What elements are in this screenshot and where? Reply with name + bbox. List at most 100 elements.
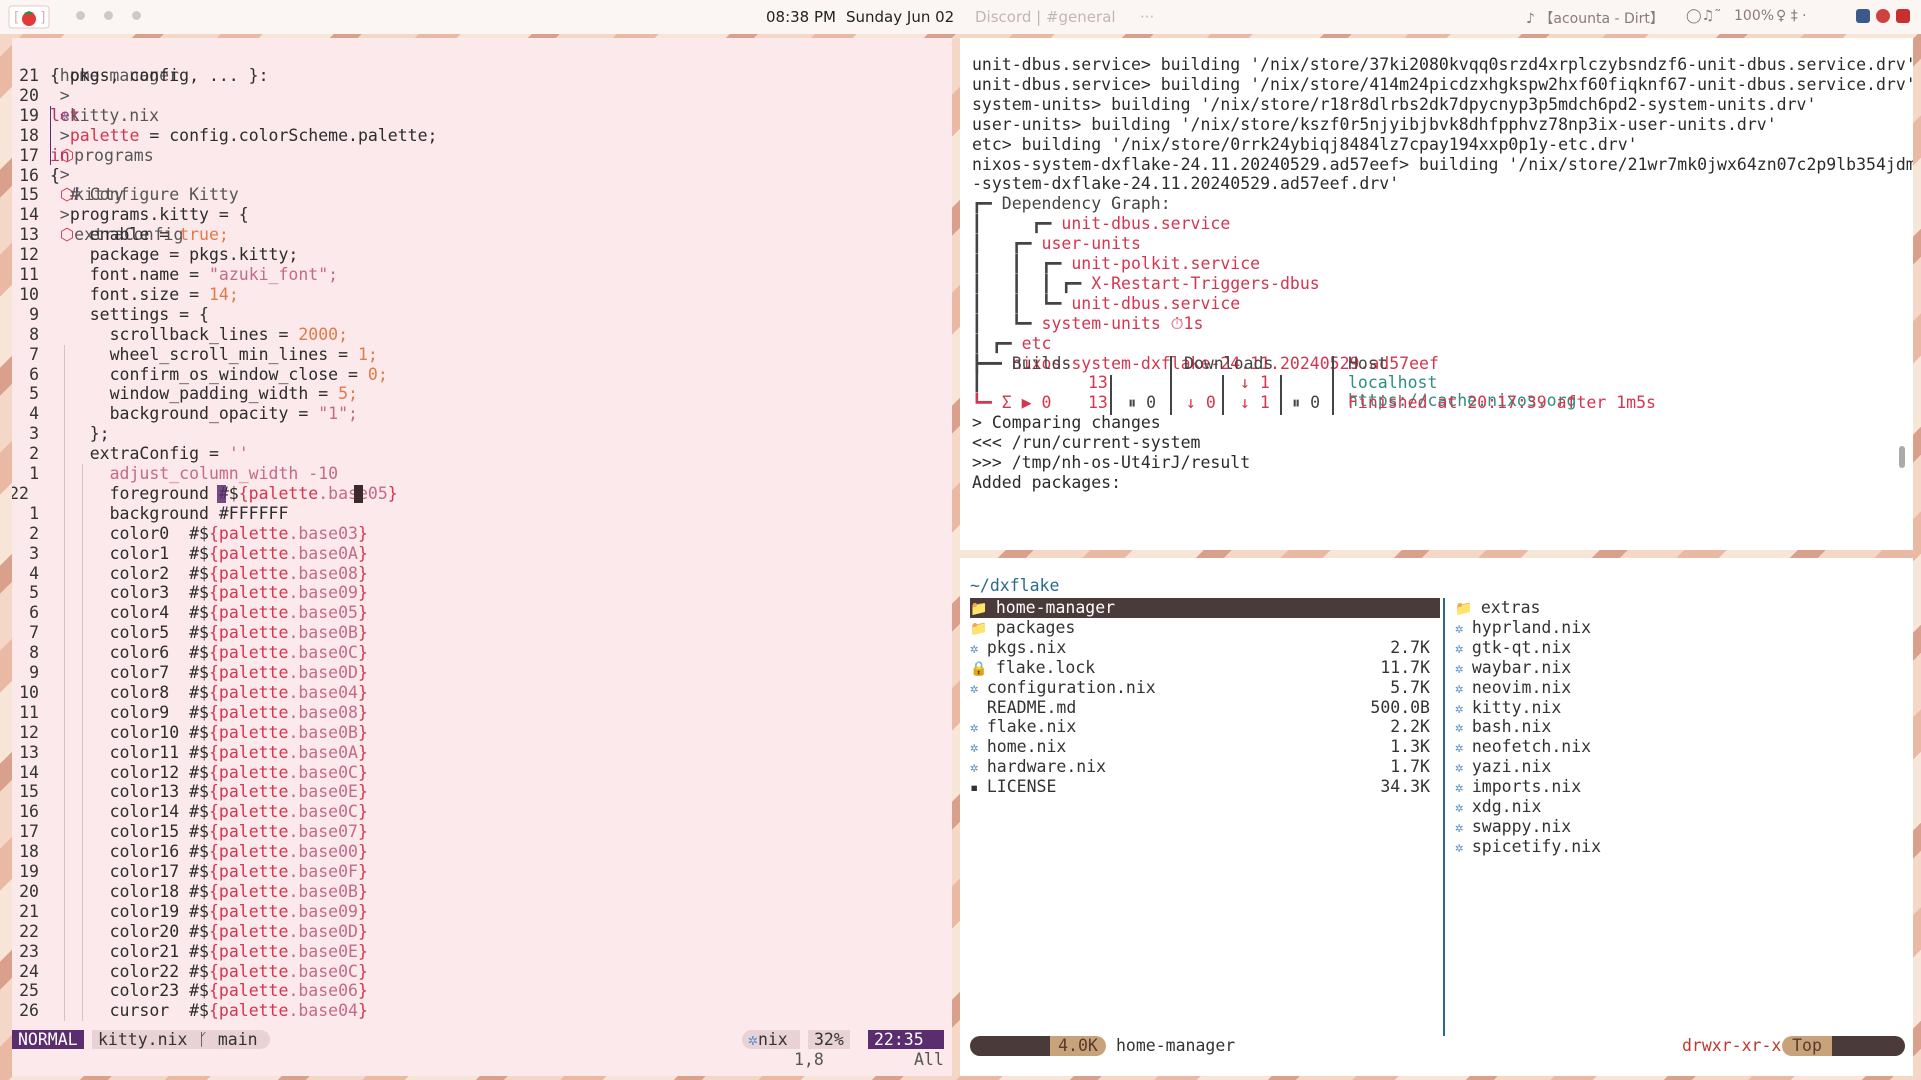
preview-row[interactable]: ✲ yazi.nix — [1455, 757, 1885, 779]
code-text: scrollback_lines = 2000; — [50, 324, 349, 344]
nix-icon: ✲ — [970, 640, 987, 657]
file-row[interactable]: ✲ hardware.nix 1.7K — [970, 757, 1430, 779]
terminal-line: nixos-system-dxflake-24.11.20240529.ad57… — [972, 154, 1913, 174]
host-header: Host — [1348, 353, 1388, 373]
preview-row[interactable]: ✲ spicetify.nix — [1455, 837, 1885, 859]
workspace-indicator[interactable]: [ ] — [8, 5, 50, 29]
line-number: 18 — [19, 125, 39, 145]
code-text: color20 #${palette.base0D} — [50, 921, 368, 941]
volume-level[interactable]: 100% — [1734, 8, 1774, 24]
preview-row[interactable]: ✲ gtk-qt.nix — [1455, 638, 1885, 660]
preview-list[interactable]: 📁 extras ✲ hyprland.nix ✲ gtk-qt.nix ✲ wayb… — [1455, 598, 1895, 1018]
nix-icon: ✲ — [1455, 839, 1472, 856]
code-text: palette = config.colorScheme.palette; — [69, 125, 438, 145]
preview-row[interactable]: ✲ neofetch.nix — [1455, 737, 1885, 759]
preview-row[interactable]: ✲ bash.nix — [1455, 717, 1885, 739]
file-row[interactable]: ✲ configuration.nix 5.7K — [970, 678, 1430, 700]
terminal-line: >>> /tmp/nh-os-Ut4irJ/result — [972, 453, 1251, 472]
indent-guide — [50, 105, 51, 166]
nix-icon: ✲ — [1455, 620, 1472, 637]
line-number: 12 — [19, 245, 39, 265]
code-text: extraConfig = '' — [50, 444, 249, 464]
line-number: 19 — [19, 105, 39, 125]
code-text: }; — [50, 424, 110, 444]
graph-title: ┏━ Dependency Graph: — [972, 194, 1171, 214]
terminal-window[interactable]: unit-dbus.service> building '/nix/store/… — [960, 38, 1913, 550]
file-size: 5.7K — [1390, 677, 1430, 697]
file-row[interactable]: ✲ home.nix 1.3K — [970, 737, 1430, 759]
code-text: color10 #${palette.base0B} — [50, 722, 368, 742]
line-number: 16 — [19, 165, 39, 185]
monitor-icon[interactable] — [1856, 9, 1870, 23]
file-list[interactable]: 📁 home-manager 📁 packages ✲ pkgs.nix 2.7K 🔒 … — [970, 598, 1440, 1018]
graph-label: etc — [1021, 333, 1052, 353]
line-number: 16 — [19, 802, 39, 822]
code-text: font.name = "azuki_font"; — [50, 265, 339, 284]
code-text: color23 #${palette.base06} — [50, 981, 368, 1001]
code-text: color12 #${palette.base0C} — [50, 762, 368, 782]
file-name: extras — [1480, 598, 1541, 617]
file-row[interactable]: README.md 500.0B — [970, 698, 1430, 720]
line-number: 21 — [19, 901, 39, 921]
file-row[interactable]: 📁 home-manager — [970, 598, 1430, 620]
file-name: hardware.nix — [986, 757, 1107, 777]
line-number: 6 — [29, 603, 39, 623]
preview-row[interactable]: ✲ waybar.nix — [1455, 658, 1885, 680]
file-name: bash.nix — [1471, 717, 1552, 737]
preview-row[interactable]: ✲ neovim.nix — [1455, 678, 1885, 700]
download-count: ↓ 1 — [1240, 393, 1270, 413]
code-text: color8 #${palette.base04} — [50, 682, 368, 702]
graph-branch: ┃ ┏━ — [972, 333, 1022, 353]
paused-count: ⏸ 0 — [1128, 393, 1157, 413]
workspace-dot[interactable] — [132, 11, 141, 20]
file-name: swappy.nix — [1471, 816, 1572, 836]
line-number: 17 — [19, 822, 39, 842]
nix-icon: ✲ — [1455, 819, 1472, 836]
mode-indicator: NORMAL — [12, 1030, 84, 1049]
file-row[interactable]: 📁 packages — [970, 618, 1430, 640]
workspace-dot[interactable] — [104, 11, 113, 20]
strawberry-tray-icon[interactable] — [1876, 9, 1890, 23]
preview-row[interactable]: ✲ xdg.nix — [1455, 797, 1885, 819]
notification-icon[interactable] — [1896, 9, 1910, 23]
preview-row[interactable]: ✲ hyprland.nix — [1455, 618, 1885, 640]
table-rule — [1222, 375, 1224, 416]
now-playing[interactable]: ♪ 【acounta - Dirt】 — [1526, 8, 1664, 28]
text-cursor — [217, 484, 226, 503]
clock: 08:38 PM — [766, 8, 836, 26]
file-name: flake.nix — [986, 717, 1077, 737]
code-text: color11 #${palette.base0A} — [50, 742, 368, 762]
code-text: font.size = 14; — [50, 284, 239, 304]
editor-window[interactable]: home-manager > ✲kitty.nix > ⬡programs > … — [12, 38, 952, 1076]
terminal-scrollbar[interactable] — [1899, 446, 1905, 468]
graph-label: unit-dbus.service — [1061, 214, 1231, 234]
paused-count: ⏸ 0 — [1292, 393, 1321, 413]
preview-row[interactable]: ✲ imports.nix — [1455, 777, 1885, 799]
terminal-line: <<< /run/current-system — [972, 433, 1201, 453]
preview-row[interactable]: 📁 extras — [1455, 598, 1885, 620]
preview-row[interactable]: ✲ kitty.nix — [1455, 698, 1885, 720]
graph-label: system-units ⏱1s — [1041, 313, 1204, 333]
file-row[interactable]: ✲ flake.nix 2.2K — [970, 717, 1430, 739]
terminal-line: user-units> building '/nix/store/kszf0r5… — [972, 114, 1777, 134]
editor-statusline: NORMAL kitty.nix ᚴ main ✲nix 32% 22:35 1… — [12, 1028, 952, 1069]
file-row[interactable]: ✲ pkgs.nix 2.7K — [970, 638, 1430, 660]
line-number: 8 — [29, 324, 39, 344]
lock-icon: 🔒 — [970, 660, 996, 677]
preview-row[interactable]: ✲ swappy.nix — [1455, 817, 1885, 839]
nix-icon: ✲ — [1455, 640, 1472, 657]
code-text: { — [50, 165, 60, 185]
graph-node: ┃ ┏━ unit-dbus.service — [972, 214, 1230, 234]
terminal-output: unit-dbus.service> building '/nix/store/… — [960, 38, 1913, 550]
line-number: 11 — [19, 702, 39, 722]
file-row[interactable]: ▪ LICENSE 34.3K — [970, 777, 1430, 799]
code-area[interactable]: 21{ pkgs, config, ... }: 20 19 let 18 palett… — [12, 66, 952, 1026]
workspace-dot[interactable] — [76, 11, 85, 20]
file-manager-window[interactable]: ~/dxflake 📁 home-manager 📁 packages ✲ pkgs… — [960, 558, 1913, 1076]
file-row[interactable]: 🔒 flake.lock 11.7K — [970, 658, 1430, 680]
file-name: LICENSE — [986, 777, 1057, 797]
nix-icon: ✲ — [970, 680, 987, 697]
line-number: 14 — [19, 762, 39, 782]
graph-branch: ┃ ┏━ — [972, 234, 1042, 254]
line-number: 13 — [19, 225, 39, 245]
